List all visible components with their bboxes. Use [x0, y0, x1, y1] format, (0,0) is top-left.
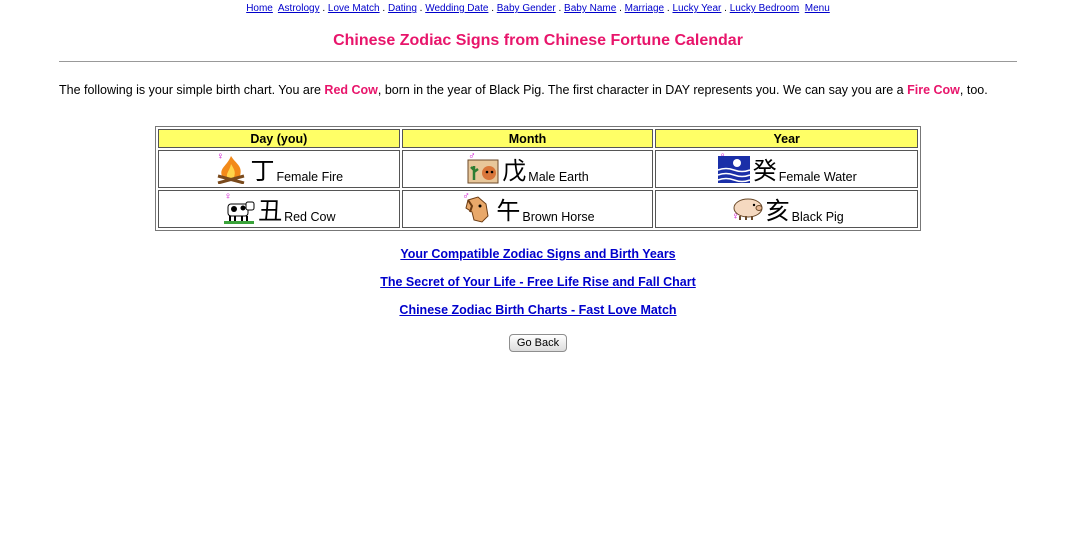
- cell-year-animal: ♀ 亥 Black Pig: [655, 190, 918, 228]
- nav-separator: .: [419, 3, 423, 14]
- intro-text: , too.: [959, 83, 988, 97]
- love-match-charts-link[interactable]: Chinese Zodiac Birth Charts - Fast Love …: [0, 303, 1076, 318]
- go-back-button[interactable]: Go Back: [509, 334, 567, 352]
- pig-icon: ♀: [730, 192, 764, 224]
- life-chart-link[interactable]: The Secret of Your Life - Free Life Rise…: [0, 275, 1076, 290]
- horse-icon: ♂: [460, 192, 494, 224]
- nav-wedding-date-link[interactable]: Wedding Date: [425, 3, 488, 14]
- year-branch-label: Black Pig: [791, 210, 844, 224]
- nav-menu-link[interactable]: Menu: [805, 3, 830, 14]
- nav-separator: .: [724, 3, 727, 14]
- cell-month-element: ♂ 戊 Male Earth: [401, 150, 654, 188]
- nav-marriage-link[interactable]: Marriage: [625, 3, 664, 14]
- nav-separator: .: [382, 3, 386, 14]
- divider: [59, 61, 1017, 62]
- chart-row-animals: ♀ 丑 Red Cow ♂ 午 Brown Horse ♀ 亥 Black Pi…: [158, 190, 918, 228]
- intro-paragraph: The following is your simple birth chart…: [59, 83, 1019, 98]
- year-branch-character: 亥: [765, 197, 790, 225]
- month-branch-label: Brown Horse: [522, 210, 595, 224]
- nav-separator: .: [491, 3, 494, 14]
- chart-header-row: Day (you) Month Year: [158, 129, 918, 148]
- compatible-signs-link[interactable]: Your Compatible Zodiac Signs and Birth Y…: [0, 247, 1076, 262]
- header-month: Month: [401, 129, 654, 148]
- nav-separator: .: [558, 3, 562, 14]
- cell-year-element: ♀ 癸 Female Water: [655, 150, 918, 188]
- day-branch-label: Red Cow: [284, 210, 336, 224]
- earth-icon: ♂: [466, 152, 500, 184]
- header-day: Day (you): [158, 129, 400, 148]
- day-stem-label: Female Fire: [276, 170, 344, 184]
- nav-lucky-bedroom-link[interactable]: Lucky Bedroom: [730, 3, 799, 14]
- nav-lucky-year-link[interactable]: Lucky Year: [672, 3, 721, 14]
- intro-highlight-fire-cow: Fire Cow: [907, 83, 960, 97]
- chart-row-elements: ♀ 丁 Female Fire ♂ 戊 Male Earth ♀ 癸 Femal…: [158, 150, 918, 188]
- year-stem-label: Female Water: [778, 170, 857, 184]
- birth-chart-table: Day (you) Month Year ♀ 丁 Female Fire ♂ 戊…: [155, 126, 921, 231]
- month-stem-label: Male Earth: [528, 170, 589, 184]
- nav-baby-name-link[interactable]: Baby Name: [564, 3, 616, 14]
- nav-baby-gender-link[interactable]: Baby Gender: [497, 3, 556, 14]
- top-navigation: Home Astrology . Love Match . Dating . W…: [0, 3, 1076, 15]
- cell-month-animal: ♂ 午 Brown Horse: [401, 190, 654, 228]
- header-year: Year: [655, 129, 918, 148]
- water-icon: ♀: [717, 152, 751, 184]
- nav-separator: .: [619, 3, 622, 14]
- nav-home-link[interactable]: Home: [246, 3, 273, 14]
- intro-text: , born in the year of Black Pig. The fir…: [377, 83, 908, 97]
- month-stem-character: 戊: [502, 157, 527, 185]
- page-title: Chinese Zodiac Signs from Chinese Fortun…: [333, 32, 743, 49]
- day-branch-character: 丑: [258, 197, 283, 225]
- year-stem-character: 癸: [752, 157, 777, 185]
- nav-astrology-link[interactable]: Astrology: [278, 3, 320, 14]
- intro-highlight-red-cow: Red Cow: [324, 83, 378, 97]
- cell-day-element: ♀ 丁 Female Fire: [158, 150, 400, 188]
- month-branch-character: 午: [496, 197, 521, 225]
- day-stem-character: 丁: [250, 157, 275, 185]
- nav-love-match-link[interactable]: Love Match: [328, 3, 380, 14]
- related-links: Your Compatible Zodiac Signs and Birth Y…: [0, 247, 1076, 331]
- cell-day-animal: ♀ 丑 Red Cow: [158, 190, 400, 228]
- cow-icon: ♀: [222, 192, 256, 224]
- fire-icon: ♀: [214, 152, 248, 184]
- intro-text: The following is your simple birth chart…: [59, 83, 325, 97]
- nav-separator: .: [666, 3, 670, 14]
- nav-dating-link[interactable]: Dating: [388, 3, 417, 14]
- nav-separator: .: [322, 3, 326, 14]
